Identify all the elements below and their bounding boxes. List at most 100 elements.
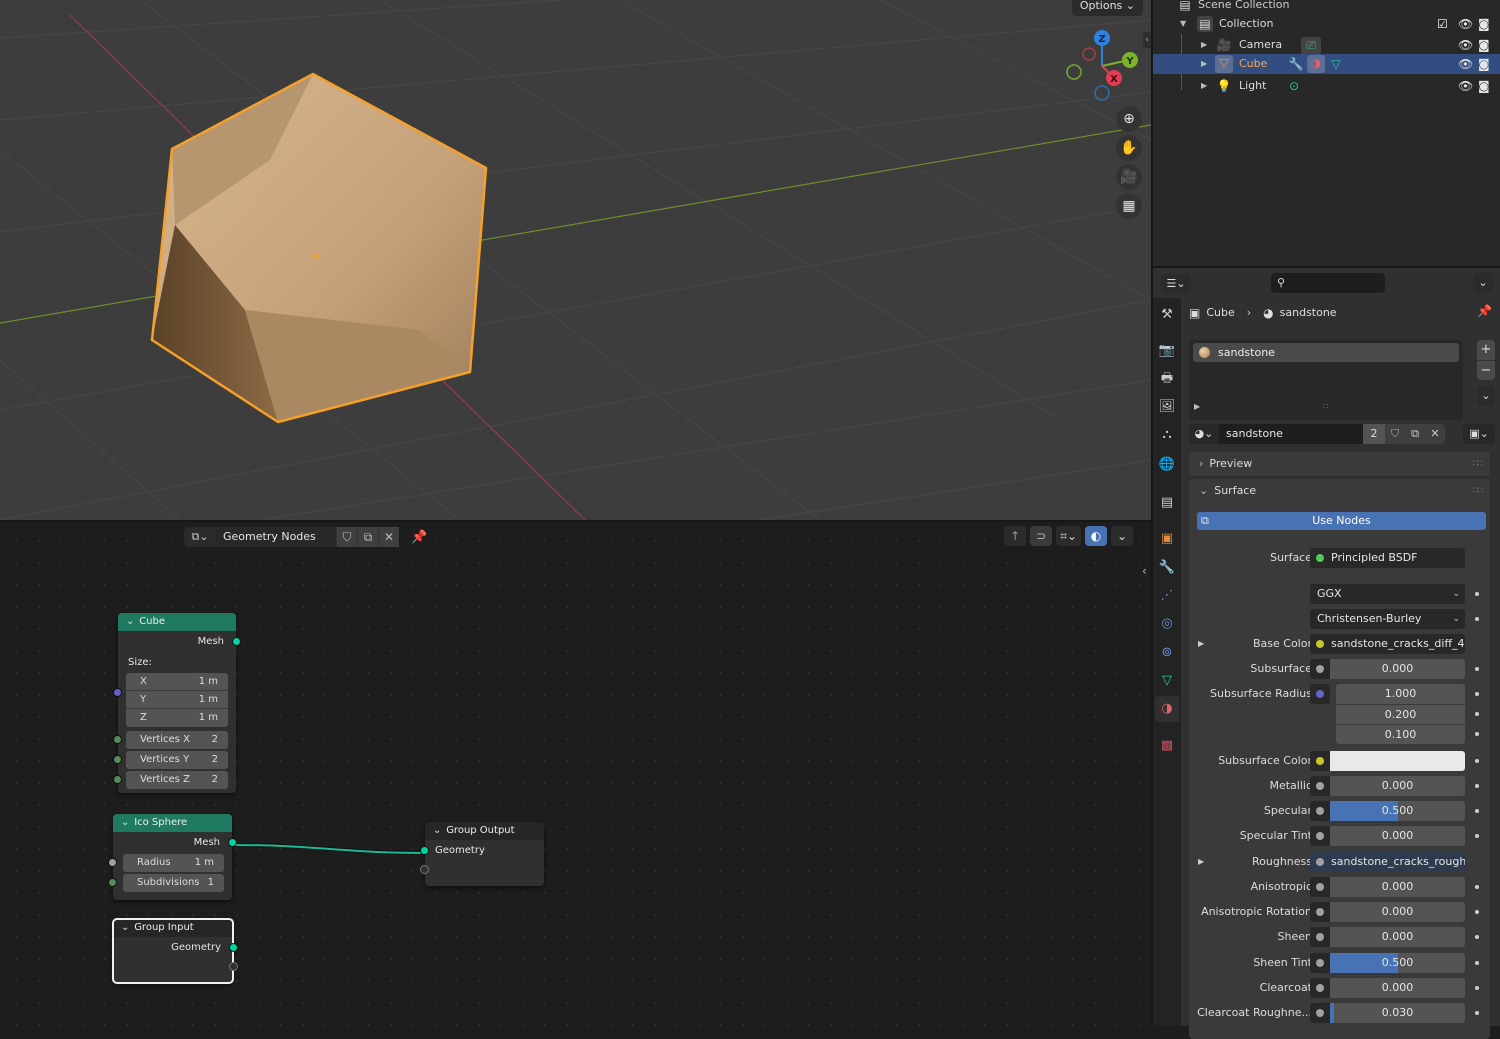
sheen-slider[interactable]: 0.000 bbox=[1330, 927, 1465, 947]
socket-toggle[interactable] bbox=[1310, 776, 1330, 796]
subsurface-color-swatch[interactable] bbox=[1330, 751, 1465, 771]
sidebar-toggle-arrow-icon[interactable]: ‹ bbox=[1143, 32, 1151, 48]
drag-grip-icon[interactable]: ∷∷ bbox=[1473, 479, 1484, 503]
socket-toggle[interactable] bbox=[1310, 1003, 1330, 1023]
expand-triangle-icon[interactable]: ▼ bbox=[1180, 14, 1186, 34]
sheen-tint-slider[interactable]: 0.500 bbox=[1330, 953, 1465, 973]
socket-toggle[interactable] bbox=[1310, 801, 1330, 821]
keyframe-dot[interactable] bbox=[1475, 935, 1479, 939]
subsurface-radius-z[interactable]: 0.100 bbox=[1336, 724, 1465, 744]
user-count[interactable]: 2 bbox=[1363, 424, 1385, 444]
mesh-data-icon[interactable]: ▽ bbox=[1328, 56, 1344, 72]
geometry-socket[interactable] bbox=[228, 838, 237, 847]
material-name-field[interactable]: sandstone bbox=[1219, 424, 1363, 444]
keyframe-dot[interactable] bbox=[1475, 692, 1479, 696]
group-input-node-header[interactable]: ⌄ Group Input bbox=[113, 919, 233, 937]
ortho-grid-icon[interactable]: ▦ bbox=[1116, 193, 1142, 219]
search-input[interactable]: ⚲ bbox=[1271, 273, 1385, 293]
camera-view-icon[interactable]: 🎥 bbox=[1116, 164, 1142, 190]
expand-triangle-icon[interactable]: ▶ bbox=[1198, 852, 1204, 872]
socket-toggle[interactable] bbox=[1310, 953, 1330, 973]
keyframe-dot[interactable] bbox=[1475, 759, 1479, 763]
duplicate-icon[interactable]: ⧉ bbox=[1405, 424, 1425, 444]
resize-grip-icon[interactable]: ∷ bbox=[1323, 402, 1328, 411]
chevron-down-icon[interactable]: ⌄ bbox=[433, 822, 443, 840]
subsurface-method-dropdown[interactable]: Christensen-Burley ⌄ bbox=[1310, 609, 1465, 629]
subdivisions-field[interactable]: Subdivisions 1 bbox=[108, 874, 224, 892]
socket-toggle[interactable] bbox=[1310, 684, 1330, 704]
slot-specials-chevron-icon[interactable]: ⌄ bbox=[1477, 386, 1495, 406]
camera-render-icon[interactable]: ◙ bbox=[1478, 35, 1490, 55]
virtual-socket[interactable] bbox=[229, 962, 238, 971]
keyframe-dot[interactable] bbox=[1475, 592, 1479, 596]
expand-triangle-icon[interactable]: ▶ bbox=[1201, 54, 1207, 74]
vertices-x-field[interactable]: Vertices X 2 bbox=[113, 731, 228, 749]
remove-slot-icon[interactable]: − bbox=[1477, 360, 1495, 380]
outliner-row-camera[interactable]: ▶ 🎥 Camera ⎚ 👁 ◙ bbox=[1153, 35, 1500, 55]
socket-toggle[interactable] bbox=[1310, 978, 1330, 998]
socket-toggle[interactable] bbox=[1310, 877, 1330, 897]
use-nodes-button[interactable]: ⧉ Use Nodes bbox=[1197, 512, 1486, 530]
keyframe-dot[interactable] bbox=[1475, 732, 1479, 736]
chevron-down-icon[interactable]: ⌄ bbox=[121, 919, 131, 937]
material-tab-icon[interactable]: ◑ bbox=[1155, 696, 1179, 722]
modifiers-tab-icon[interactable]: 🔧 bbox=[1155, 555, 1179, 581]
eye-icon[interactable]: 👁 bbox=[1458, 54, 1473, 74]
expand-triangle-icon[interactable]: ▶ bbox=[1198, 634, 1204, 654]
clearcoat-roughness-slider[interactable]: 0.030 bbox=[1330, 1003, 1465, 1023]
ico-sphere-node-header[interactable]: ⌄ Ico Sphere bbox=[113, 814, 232, 832]
object-tab-icon[interactable]: ▣ bbox=[1155, 526, 1179, 552]
outliner[interactable]: ▤ Scene Collection ▼ ▤ Collection ☑ 👁 ◙ … bbox=[1153, 0, 1500, 266]
gizmo-x-label-wrap[interactable]: X bbox=[1106, 71, 1122, 85]
integer-socket[interactable] bbox=[113, 775, 122, 784]
keyframe-dot[interactable] bbox=[1475, 961, 1479, 965]
node-editor[interactable]: ⧉⌄ Geometry Nodes ⛉ ⧉ ✕ 📌 ↑ ⊃ ⌗⌄ ◐ ⌄ ‹ ⌄… bbox=[0, 522, 1151, 1026]
subsurface-radius-x[interactable]: 1.000 bbox=[1336, 684, 1465, 704]
vertices-z-field[interactable]: Vertices Z 2 bbox=[113, 771, 228, 789]
camera-render-icon[interactable]: ◙ bbox=[1478, 76, 1490, 96]
properties-editor[interactable]: ☰⌄ ⚲ ⌄ ⚒ 📷 🖶 🖼 ⛬ 🌐 ▤ ▣ 🔧 ⋰ ◎ ⊚ ▽ ◑ ▩ ▣ C… bbox=[1153, 268, 1500, 1039]
virtual-socket[interactable] bbox=[420, 865, 429, 874]
group-output-node[interactable]: ⌄ Group Output Geometry bbox=[420, 822, 544, 886]
outliner-row-light[interactable]: ▶ 💡 Light ⊙ 👁 ◙ bbox=[1153, 76, 1500, 96]
size-x-field[interactable]: X 1 m bbox=[126, 673, 228, 691]
checkbox-icon[interactable]: ☑ bbox=[1437, 14, 1448, 34]
zoom-icon[interactable]: ⊕ bbox=[1116, 106, 1142, 132]
camera-render-icon[interactable]: ◙ bbox=[1478, 14, 1490, 34]
group-output-node-header[interactable]: ⌄ Group Output bbox=[425, 822, 544, 840]
constraints-tab-icon[interactable]: ⊚ bbox=[1155, 640, 1179, 666]
integer-socket[interactable] bbox=[113, 735, 122, 744]
preview-panel[interactable]: › Preview ∷∷ bbox=[1189, 452, 1490, 476]
socket-toggle[interactable] bbox=[1310, 751, 1330, 771]
outliner-row-cube[interactable]: ▶ ▽ Cube 🔧 ◑ ▽ 👁 ◙ bbox=[1153, 54, 1500, 74]
collection-tab-icon[interactable]: ▤ bbox=[1155, 490, 1179, 516]
add-slot-icon[interactable]: + bbox=[1477, 340, 1495, 360]
integer-socket[interactable] bbox=[108, 878, 117, 887]
data-tab-icon[interactable]: ▽ bbox=[1155, 668, 1179, 694]
surface-panel-header[interactable]: ⌄ Surface ∷∷ bbox=[1189, 479, 1490, 503]
float-socket[interactable] bbox=[108, 858, 117, 867]
cube-node[interactable]: ⌄ Cube Mesh Size: X 1 m Y 1 m Z 1 m Vertice… bbox=[113, 613, 241, 793]
light-data-icon[interactable]: ⊙ bbox=[1286, 78, 1302, 94]
keyframe-dot[interactable] bbox=[1475, 986, 1479, 990]
integer-socket[interactable] bbox=[113, 755, 122, 764]
scene-tab-icon[interactable]: ⛬ bbox=[1155, 422, 1179, 448]
base-color-link[interactable]: sandstone_cracks_diff_4... bbox=[1310, 634, 1465, 654]
material-browse-icon[interactable]: ◕⌄ bbox=[1189, 424, 1219, 444]
material-icon[interactable]: ◑ bbox=[1307, 55, 1325, 73]
geometry-socket[interactable] bbox=[232, 637, 241, 646]
size-y-field[interactable]: Y 1 m bbox=[126, 691, 228, 709]
texture-tab-icon[interactable]: ▩ bbox=[1155, 733, 1179, 759]
distribution-dropdown[interactable]: GGX ⌄ bbox=[1310, 584, 1465, 604]
expand-triangle-icon[interactable]: ▶ bbox=[1201, 35, 1207, 55]
keyframe-dot[interactable] bbox=[1475, 834, 1479, 838]
render-tab-icon[interactable]: 📷 bbox=[1155, 338, 1179, 364]
3d-viewport[interactable]: Z Y X Options ⌄ ‹ ⊕ ✋ 🎥 ▦ bbox=[0, 0, 1151, 520]
keyframe-dot[interactable] bbox=[1475, 809, 1479, 813]
keyframe-dot[interactable] bbox=[1475, 910, 1479, 914]
roughness-link[interactable]: sandstone_cracks_rough... bbox=[1310, 852, 1465, 872]
link-object-data-icon[interactable]: ▣⌄ bbox=[1463, 424, 1495, 444]
keyframe-dot[interactable] bbox=[1475, 784, 1479, 788]
expand-triangle-icon[interactable]: ▶ bbox=[1194, 402, 1200, 411]
ico-sphere-node[interactable]: ⌄ Ico Sphere Mesh Radius 1 m Subdivisions… bbox=[108, 814, 237, 900]
